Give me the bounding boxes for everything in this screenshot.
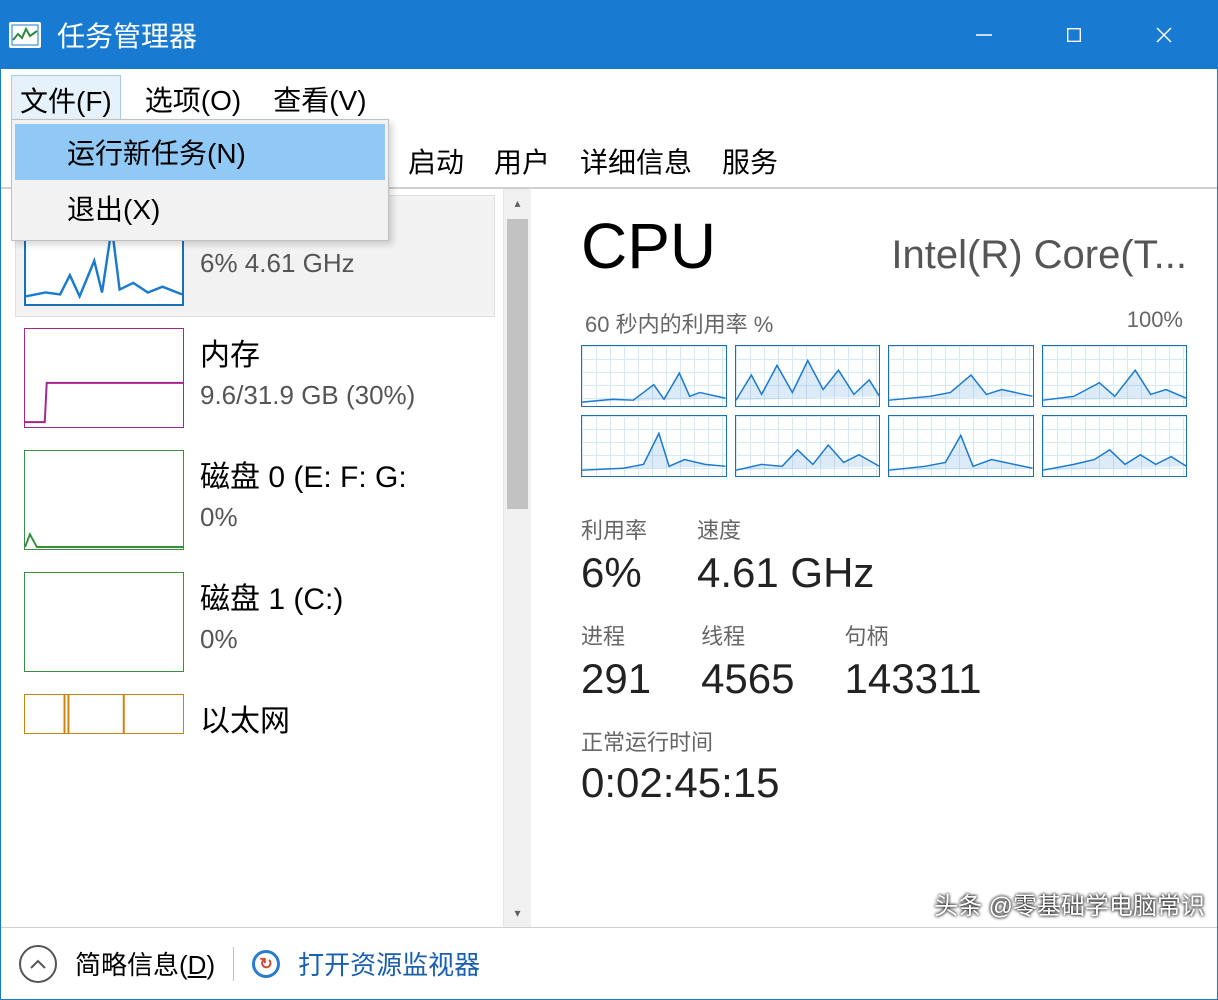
uptime-value: 0:02:45:15 (581, 759, 1187, 799)
maximize-button[interactable] (1029, 1, 1119, 69)
sidebar-scrollbar[interactable]: ▴ ▾ (503, 189, 531, 927)
watermark: 头条 @零基础学电脑常识 (934, 886, 1205, 921)
bottom-bar: 简略信息(D) ↻ 打开资源监视器 (1, 927, 1217, 999)
sidebar-item-value: 0% (200, 624, 486, 655)
scrollbar-thumb[interactable] (507, 219, 528, 509)
core-graph (581, 415, 727, 477)
stat-label: 利用率 (581, 513, 647, 545)
detail-title: CPU (581, 209, 716, 283)
uptime-label: 正常运行时间 (581, 725, 1187, 757)
stats-row-1: 利用率 6% 速度 4.61 GHz (581, 513, 1187, 597)
disk-thumb-icon (24, 572, 184, 672)
sidebar-item-ethernet[interactable]: 以太网 (15, 683, 495, 757)
core-graph (581, 345, 727, 407)
scroll-up-icon[interactable]: ▴ (504, 189, 531, 217)
tab-details[interactable]: 详细信息 (565, 134, 707, 187)
menubar: 文件(F) 选项(O) 查看(V) (1, 69, 1217, 126)
stat-label: 进程 (581, 619, 651, 651)
detail-pane: CPU Intel(R) Core(T... 60 秒内的利用率 % 100% … (531, 189, 1217, 927)
core-graph (888, 345, 1034, 407)
ethernet-thumb-icon (24, 694, 184, 734)
stat-label: 速度 (697, 513, 874, 545)
sidebar-item-memory[interactable]: 内存 9.6/31.9 GB (30%) (15, 317, 495, 439)
sidebar-item-label: 磁盘 1 (C:) (200, 574, 486, 618)
core-graph (1042, 345, 1188, 407)
sidebar-item-label: 内存 (200, 330, 486, 374)
graph-caption-left: 60 秒内的利用率 % (585, 307, 773, 339)
separator (233, 947, 234, 981)
menu-run-new-task[interactable]: 运行新任务(N) (15, 124, 385, 180)
sidebar-item-disk1[interactable]: 磁盘 1 (C:) 0% (15, 561, 495, 683)
menu-options[interactable]: 选项(O) (137, 75, 249, 125)
stat-value: 4565 (701, 655, 794, 703)
stat-value: 143311 (845, 655, 982, 703)
disk-thumb-icon (24, 450, 184, 550)
content: CPU 6% 4.61 GHz 内存 9.6/31.9 GB (30%) (1, 188, 1217, 927)
resource-monitor-icon: ↻ (252, 950, 280, 978)
sidebar-item-value: 6% 4.61 GHz (200, 248, 486, 279)
core-graph (735, 345, 881, 407)
open-resource-monitor-link[interactable]: 打开资源监视器 (298, 945, 480, 982)
app-icon (9, 22, 41, 48)
tab-services[interactable]: 服务 (707, 134, 793, 187)
menu-view[interactable]: 查看(V) (265, 75, 374, 125)
core-graph (1042, 415, 1188, 477)
cpu-model: Intel(R) Core(T... (776, 233, 1187, 278)
graph-caption-right: 100% (1127, 307, 1183, 339)
stat-label: 句柄 (845, 619, 982, 651)
stat-label: 线程 (701, 619, 794, 651)
sidebar-item-label: 以太网 (200, 696, 486, 740)
memory-thumb-icon (24, 328, 184, 428)
fewer-details-link[interactable]: 简略信息(D) (75, 945, 215, 982)
sidebar-item-value: 9.6/31.9 GB (30%) (200, 380, 486, 411)
window-title: 任务管理器 (57, 15, 939, 55)
resource-sidebar: CPU 6% 4.61 GHz 内存 9.6/31.9 GB (30%) (1, 189, 531, 927)
stat-value: 4.61 GHz (697, 549, 874, 597)
chevron-up-icon[interactable] (19, 945, 57, 983)
stats-row-2: 进程 291 线程 4565 句柄 143311 (581, 619, 1187, 703)
sidebar-item-label: 磁盘 0 (E: F: G: (200, 452, 486, 496)
tab-users[interactable]: 用户 (479, 134, 565, 187)
core-graph (888, 415, 1034, 477)
task-manager-window: 任务管理器 文件(F) 选项(O) 查看(V) 运行新任务(N) 退出(X) 启… (0, 0, 1218, 1000)
scroll-down-icon[interactable]: ▾ (504, 899, 531, 927)
menu-exit[interactable]: 退出(X) (15, 180, 385, 236)
close-button[interactable] (1119, 1, 1209, 69)
stat-value: 291 (581, 655, 651, 703)
stat-value: 6% (581, 549, 647, 597)
tab-startup[interactable]: 启动 (393, 134, 479, 187)
minimize-button[interactable] (939, 1, 1029, 69)
file-menu-dropdown: 运行新任务(N) 退出(X) (11, 119, 389, 241)
sidebar-item-disk0[interactable]: 磁盘 0 (E: F: G: 0% (15, 439, 495, 561)
cpu-core-grid[interactable] (581, 345, 1187, 477)
titlebar[interactable]: 任务管理器 (1, 1, 1217, 69)
core-graph (735, 415, 881, 477)
sidebar-item-value: 0% (200, 502, 486, 533)
menu-file[interactable]: 文件(F) (11, 75, 121, 125)
